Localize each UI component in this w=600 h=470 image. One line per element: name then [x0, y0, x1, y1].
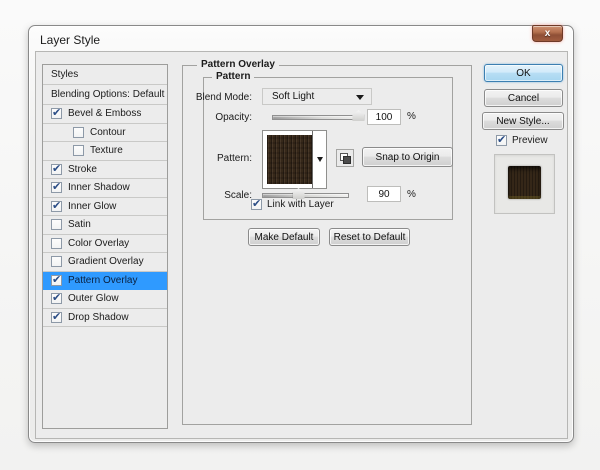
sidebar-item-outer-glow[interactable]: Outer Glow — [43, 290, 167, 309]
checkbox[interactable] — [51, 293, 62, 304]
group-title: Pattern Overlay — [197, 59, 279, 71]
sidebar-item-pattern-overlay[interactable]: Pattern Overlay — [43, 272, 167, 291]
new-pattern-button[interactable] — [336, 149, 354, 167]
pattern-overlay-group: Pattern Overlay Pattern Blend Mode: Soft… — [182, 65, 472, 425]
scale-slider[interactable] — [262, 193, 349, 198]
sidebar-item-label: Styles — [51, 69, 78, 80]
sidebar-item-label: Color Overlay — [68, 238, 129, 249]
sidebar-item-contour[interactable]: Contour — [43, 124, 167, 143]
opacity-slider[interactable] — [272, 115, 362, 120]
chevron-down-icon — [356, 95, 364, 100]
ok-button[interactable]: OK — [484, 64, 563, 82]
checkbox[interactable] — [51, 238, 62, 249]
sidebar-item-label: Inner Glow — [68, 201, 116, 212]
pattern-swatch[interactable] — [267, 135, 312, 184]
checkbox[interactable] — [496, 135, 507, 146]
chevron-down-icon — [317, 157, 323, 162]
preview-thumbnail — [508, 166, 541, 199]
sidebar-item-blending-options-default[interactable]: Blending Options: Default — [43, 85, 167, 105]
close-icon: x — [545, 28, 551, 39]
style-preview-panel — [494, 154, 555, 214]
cancel-button[interactable]: Cancel — [484, 89, 563, 107]
pattern-picker[interactable] — [262, 130, 327, 189]
preview-checkbox[interactable]: Preview — [496, 135, 548, 146]
checkbox[interactable] — [51, 219, 62, 230]
sidebar-item-label: Texture — [90, 145, 123, 156]
opacity-unit: % — [407, 111, 416, 122]
checkbox[interactable] — [51, 182, 62, 193]
checkbox[interactable] — [51, 164, 62, 175]
checkbox[interactable] — [51, 108, 62, 119]
sidebar-item-inner-glow[interactable]: Inner Glow — [43, 198, 167, 217]
sidebar-item-label: Stroke — [68, 164, 97, 175]
sidebar-item-drop-shadow[interactable]: Drop Shadow — [43, 309, 167, 328]
sidebar-item-label: Contour — [90, 127, 126, 138]
make-default-button[interactable]: Make Default — [248, 228, 320, 246]
blend-mode-select[interactable]: Soft Light — [262, 88, 372, 105]
checkbox[interactable] — [73, 145, 84, 156]
scale-label: Scale: — [184, 190, 252, 201]
opacity-slider-thumb[interactable] — [352, 110, 364, 121]
sidebar-item-gradient-overlay[interactable]: Gradient Overlay — [43, 253, 167, 272]
checkbox[interactable] — [51, 275, 62, 286]
sidebar-item-styles[interactable]: Styles — [43, 65, 167, 85]
dialog-title: Layer Style — [40, 33, 100, 47]
sidebar-item-label: Outer Glow — [68, 293, 119, 304]
checkbox[interactable] — [51, 312, 62, 323]
blend-mode-label: Blend Mode: — [184, 92, 252, 103]
sidebar-item-texture[interactable]: Texture — [43, 142, 167, 161]
pattern-subgroup: Pattern Blend Mode: Soft Light Opacity: … — [203, 77, 453, 220]
sidebar-item-satin[interactable]: Satin — [43, 216, 167, 235]
sidebar-item-stroke[interactable]: Stroke — [43, 161, 167, 180]
opacity-input[interactable] — [367, 109, 401, 125]
checkbox[interactable] — [51, 201, 62, 212]
blend-mode-value: Soft Light — [272, 91, 314, 102]
scale-input[interactable] — [367, 186, 401, 202]
sidebar-item-label: Gradient Overlay — [68, 256, 144, 267]
divider — [312, 131, 313, 188]
new-style-button[interactable]: New Style... — [482, 112, 564, 130]
preview-label: Preview — [512, 135, 548, 146]
link-with-layer-checkbox[interactable]: Link with Layer — [251, 199, 334, 210]
link-with-layer-label: Link with Layer — [267, 199, 334, 210]
sidebar-item-bevel-emboss[interactable]: Bevel & Emboss — [43, 105, 167, 124]
sidebar-item-label: Bevel & Emboss — [68, 108, 141, 119]
snap-to-origin-button[interactable]: Snap to Origin — [362, 147, 453, 167]
scale-unit: % — [407, 189, 416, 200]
checkbox[interactable] — [51, 256, 62, 267]
checkbox[interactable] — [73, 127, 84, 138]
reset-to-default-button[interactable]: Reset to Default — [329, 228, 410, 246]
sidebar-item-label: Drop Shadow — [68, 312, 129, 323]
close-button[interactable]: x — [532, 25, 563, 42]
sidebar-item-label: Blending Options: Default — [51, 89, 164, 100]
sidebar-item-label: Inner Shadow — [68, 182, 130, 193]
sidebar-item-color-overlay[interactable]: Color Overlay — [43, 235, 167, 254]
subgroup-title: Pattern — [212, 71, 254, 83]
sidebar-item-label: Satin — [68, 219, 91, 230]
scale-slider-thumb[interactable] — [293, 188, 305, 199]
sidebar-item-inner-shadow[interactable]: Inner Shadow — [43, 179, 167, 198]
pattern-label: Pattern: — [184, 153, 252, 164]
layer-style-dialog: Layer Style x Styles Blending Options: De… — [28, 25, 574, 443]
checkbox[interactable] — [251, 199, 262, 210]
styles-sidebar: Styles Blending Options: Default Bevel & E… — [42, 64, 168, 429]
dialog-content: Styles Blending Options: Default Bevel & E… — [35, 51, 568, 439]
sidebar-item-label: Pattern Overlay — [68, 275, 137, 286]
opacity-label: Opacity: — [184, 112, 252, 123]
